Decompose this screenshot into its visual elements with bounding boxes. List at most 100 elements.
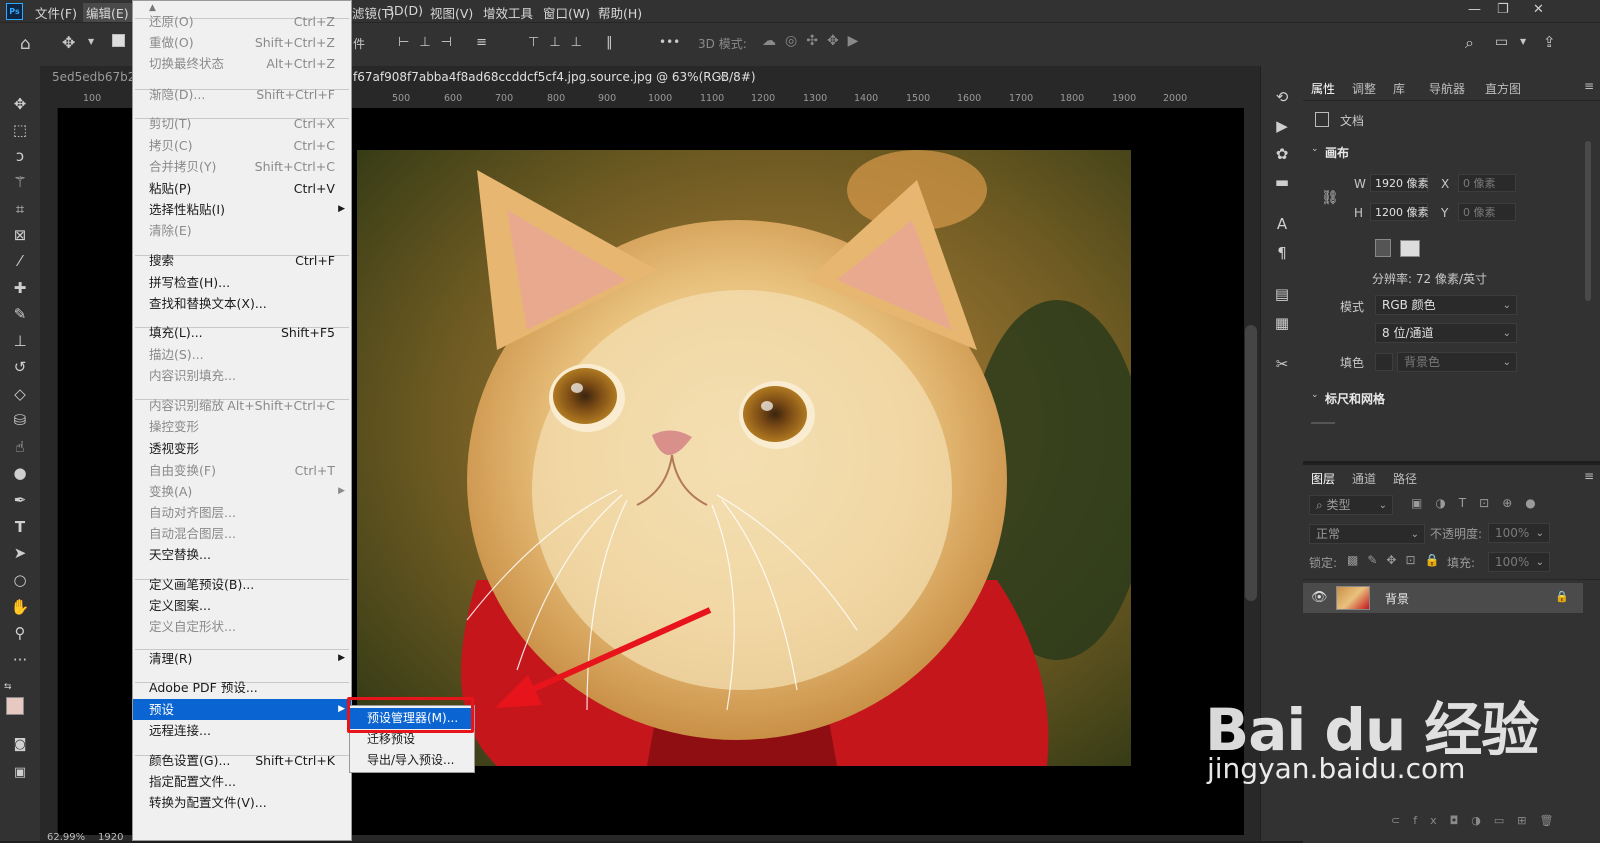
workspace-chevron-icon[interactable]: ▼ — [1520, 37, 1526, 46]
edit-menu-item[interactable]: 搜索 Ctrl+F — [133, 250, 351, 271]
menu-window[interactable]: 窗口(W) — [543, 3, 590, 22]
edit-menu-item[interactable]: 变换(A) ▶ — [133, 481, 351, 502]
stamp-tool-icon[interactable]: ⊥ — [9, 330, 31, 352]
edit-menu-item[interactable]: 清除(E) — [133, 220, 351, 241]
export-import-presets-item[interactable]: 导出/导入预设... — [350, 750, 474, 771]
edit-menu-item[interactable]: 选择性粘贴(I) ▶ — [133, 199, 351, 220]
edit-menu-item[interactable]: 拼写检查(H)... — [133, 272, 351, 293]
edit-menu-item[interactable]: 切换最终状态 Alt+Ctrl+Z — [133, 53, 351, 74]
character-icon[interactable]: A — [1271, 213, 1293, 235]
paint-bucket-icon[interactable]: ⛁ — [9, 409, 31, 431]
home-icon[interactable]: ⌂ — [20, 34, 31, 54]
edit-menu-item[interactable]: 颜色设置(G)... Shift+Ctrl+K — [133, 750, 351, 771]
menu-plugins[interactable]: 增效工具 — [483, 3, 533, 22]
brush-tool-icon[interactable]: ✎ — [9, 303, 31, 325]
edit-menu-item[interactable]: 清理(R) ▶ — [133, 648, 351, 669]
move-tool-icon[interactable]: ✥ — [9, 93, 31, 115]
blend-mode-dropdown[interactable]: 正常 ⌄ — [1309, 524, 1425, 544]
portrait-orientation-icon[interactable] — [1375, 239, 1391, 257]
edit-menu-item[interactable]: 拷贝(C) Ctrl+C — [133, 135, 351, 156]
hand-tool-icon[interactable]: ✋ — [9, 596, 31, 618]
tab-libraries[interactable]: 库 — [1393, 80, 1405, 97]
layer-name[interactable]: 背景 — [1385, 590, 1409, 607]
tab-adjustments[interactable]: 调整 — [1352, 80, 1376, 97]
edit-menu-item[interactable]: 指定配置文件... — [133, 771, 351, 792]
tab-histogram[interactable]: 直方图 — [1485, 80, 1521, 97]
panel-menu-icon[interactable]: ≡ — [1584, 79, 1594, 93]
edit-menu-item[interactable]: 渐隐(D)... Shift+Ctrl+F — [133, 84, 351, 105]
plugins-icon[interactable]: ✿ — [1271, 143, 1293, 165]
menu-edit[interactable]: 编辑(E) — [83, 3, 132, 22]
comments-icon[interactable]: ▬ — [1271, 171, 1293, 193]
x-field[interactable]: 0 像素 — [1458, 174, 1516, 192]
edit-menu-item[interactable]: 剪切(T) Ctrl+X — [133, 113, 351, 134]
scrollbar-thumb[interactable] — [1245, 325, 1257, 601]
ellipse-tool-icon[interactable]: ○ — [9, 569, 31, 591]
eraser-tool-icon[interactable]: ◇ — [9, 383, 31, 405]
edit-menu-item[interactable]: 描边(S)... — [133, 344, 351, 365]
landscape-orientation-icon[interactable] — [1400, 240, 1420, 257]
dodge-tool-icon[interactable]: ● — [9, 462, 31, 484]
edit-menu-item[interactable]: 自由变换(F) Ctrl+T — [133, 460, 351, 481]
menu-help[interactable]: 帮助(H) — [598, 3, 642, 22]
minimize-icon[interactable]: — — [1468, 2, 1481, 17]
tab-layers[interactable]: 图层 — [1311, 470, 1335, 487]
layer-row-background[interactable]: 👁 背景 🔒 — [1303, 583, 1583, 613]
fill-field[interactable]: 100% ⌄ — [1488, 552, 1550, 572]
opacity-field[interactable]: 100% ⌄ — [1488, 523, 1550, 543]
paragraph-icon[interactable]: ¶ — [1271, 242, 1293, 264]
magic-wand-tool-icon[interactable]: ⚚ — [9, 171, 31, 193]
y-field[interactable]: 0 像素 — [1458, 203, 1516, 221]
rulers-collapse-icon[interactable]: ⌄ — [1311, 390, 1319, 400]
layer-actions-icons[interactable]: ⊂fx◘◑▭⊞🗑 — [1391, 814, 1566, 827]
zoom-level[interactable]: 62.99% — [47, 832, 85, 843]
edit-menu-item[interactable]: 操控变形 — [133, 416, 351, 437]
menu-file[interactable]: 文件(F) — [35, 3, 77, 22]
edit-menu-item[interactable]: 自动对齐图层... — [133, 502, 351, 523]
edit-menu-item[interactable]: 还原(O) Ctrl+Z — [133, 11, 351, 32]
tab-channels[interactable]: 通道 — [1352, 470, 1376, 487]
chevron-down-icon[interactable]: ▼ — [88, 37, 94, 46]
bit-depth-dropdown[interactable]: 8 位/通道 ⌄ — [1375, 323, 1517, 343]
menu-view[interactable]: 视图(V) — [430, 3, 473, 22]
edit-menu-item[interactable]: 自动混合图层... — [133, 523, 351, 544]
edit-menu-item[interactable]: 合并拷贝(Y) Shift+Ctrl+C — [133, 156, 351, 177]
path-selection-icon[interactable]: ➤ — [9, 542, 31, 564]
edit-menu-item[interactable]: 定义自定形状... — [133, 616, 351, 637]
fill-dropdown[interactable]: 背景色 ⌄ — [1397, 352, 1517, 372]
tab-properties[interactable]: 属性 — [1311, 80, 1335, 97]
lock-icons[interactable]: ▩✎✥⊡🔒 — [1347, 553, 1448, 567]
properties-scrollbar[interactable] — [1585, 141, 1591, 301]
swap-colors-icon[interactable]: ⇆ — [4, 682, 12, 692]
distribute-icons[interactable]: ⊤⊥⊥ ‖ — [528, 35, 623, 50]
workspace-icon[interactable]: ▭ — [1495, 34, 1508, 50]
history-icon[interactable]: ⟲ — [1271, 86, 1293, 108]
edit-menu-item[interactable]: Adobe PDF 预设... — [133, 677, 351, 698]
grid-color-swatch[interactable] — [1311, 422, 1335, 424]
canvas-section-title[interactable]: 画布 — [1325, 144, 1349, 161]
height-field[interactable]: 1200 像素 — [1370, 203, 1429, 221]
edit-menu-item[interactable]: 天空替换... — [133, 544, 351, 565]
edit-menu-item[interactable]: 定义画笔预设(B)... — [133, 574, 351, 595]
properties-icon[interactable]: ▤ — [1271, 283, 1293, 305]
edit-menu-item[interactable]: 内容识别填充... — [133, 365, 351, 386]
quick-mask-icon[interactable]: ◙ — [9, 734, 31, 756]
edit-menu-item[interactable]: 粘贴(P) Ctrl+V — [133, 178, 351, 199]
frame-tool-icon[interactable]: ⊠ — [9, 224, 31, 246]
layers-menu-icon[interactable]: ≡ — [1584, 469, 1594, 483]
smudge-tool-icon[interactable]: ☝ — [9, 436, 31, 458]
close-window-icon[interactable]: ✕ — [1533, 2, 1544, 17]
eye-visibility-icon[interactable]: 👁 — [1311, 590, 1328, 605]
screen-mode-icon[interactable]: ▣ — [9, 762, 31, 784]
actions-play-icon[interactable]: ▶ — [1271, 115, 1293, 137]
lasso-tool-icon[interactable]: ↄ — [9, 145, 31, 167]
zoom-tool-icon[interactable]: ⚲ — [9, 622, 31, 644]
width-field[interactable]: 1920 像素 — [1370, 174, 1429, 192]
pen-tool-icon[interactable]: ✒ — [9, 489, 31, 511]
more-options-icon[interactable]: ••• — [659, 35, 680, 49]
tab-navigator[interactable]: 导航器 — [1429, 80, 1465, 97]
eyedropper-tool-icon[interactable]: ⁄ — [9, 250, 31, 272]
type-tool-icon[interactable]: T — [9, 516, 31, 538]
search-icon[interactable]: ⌕ — [1465, 33, 1474, 53]
edit-menu-item[interactable]: 填充(L)... Shift+F5 — [133, 322, 351, 343]
